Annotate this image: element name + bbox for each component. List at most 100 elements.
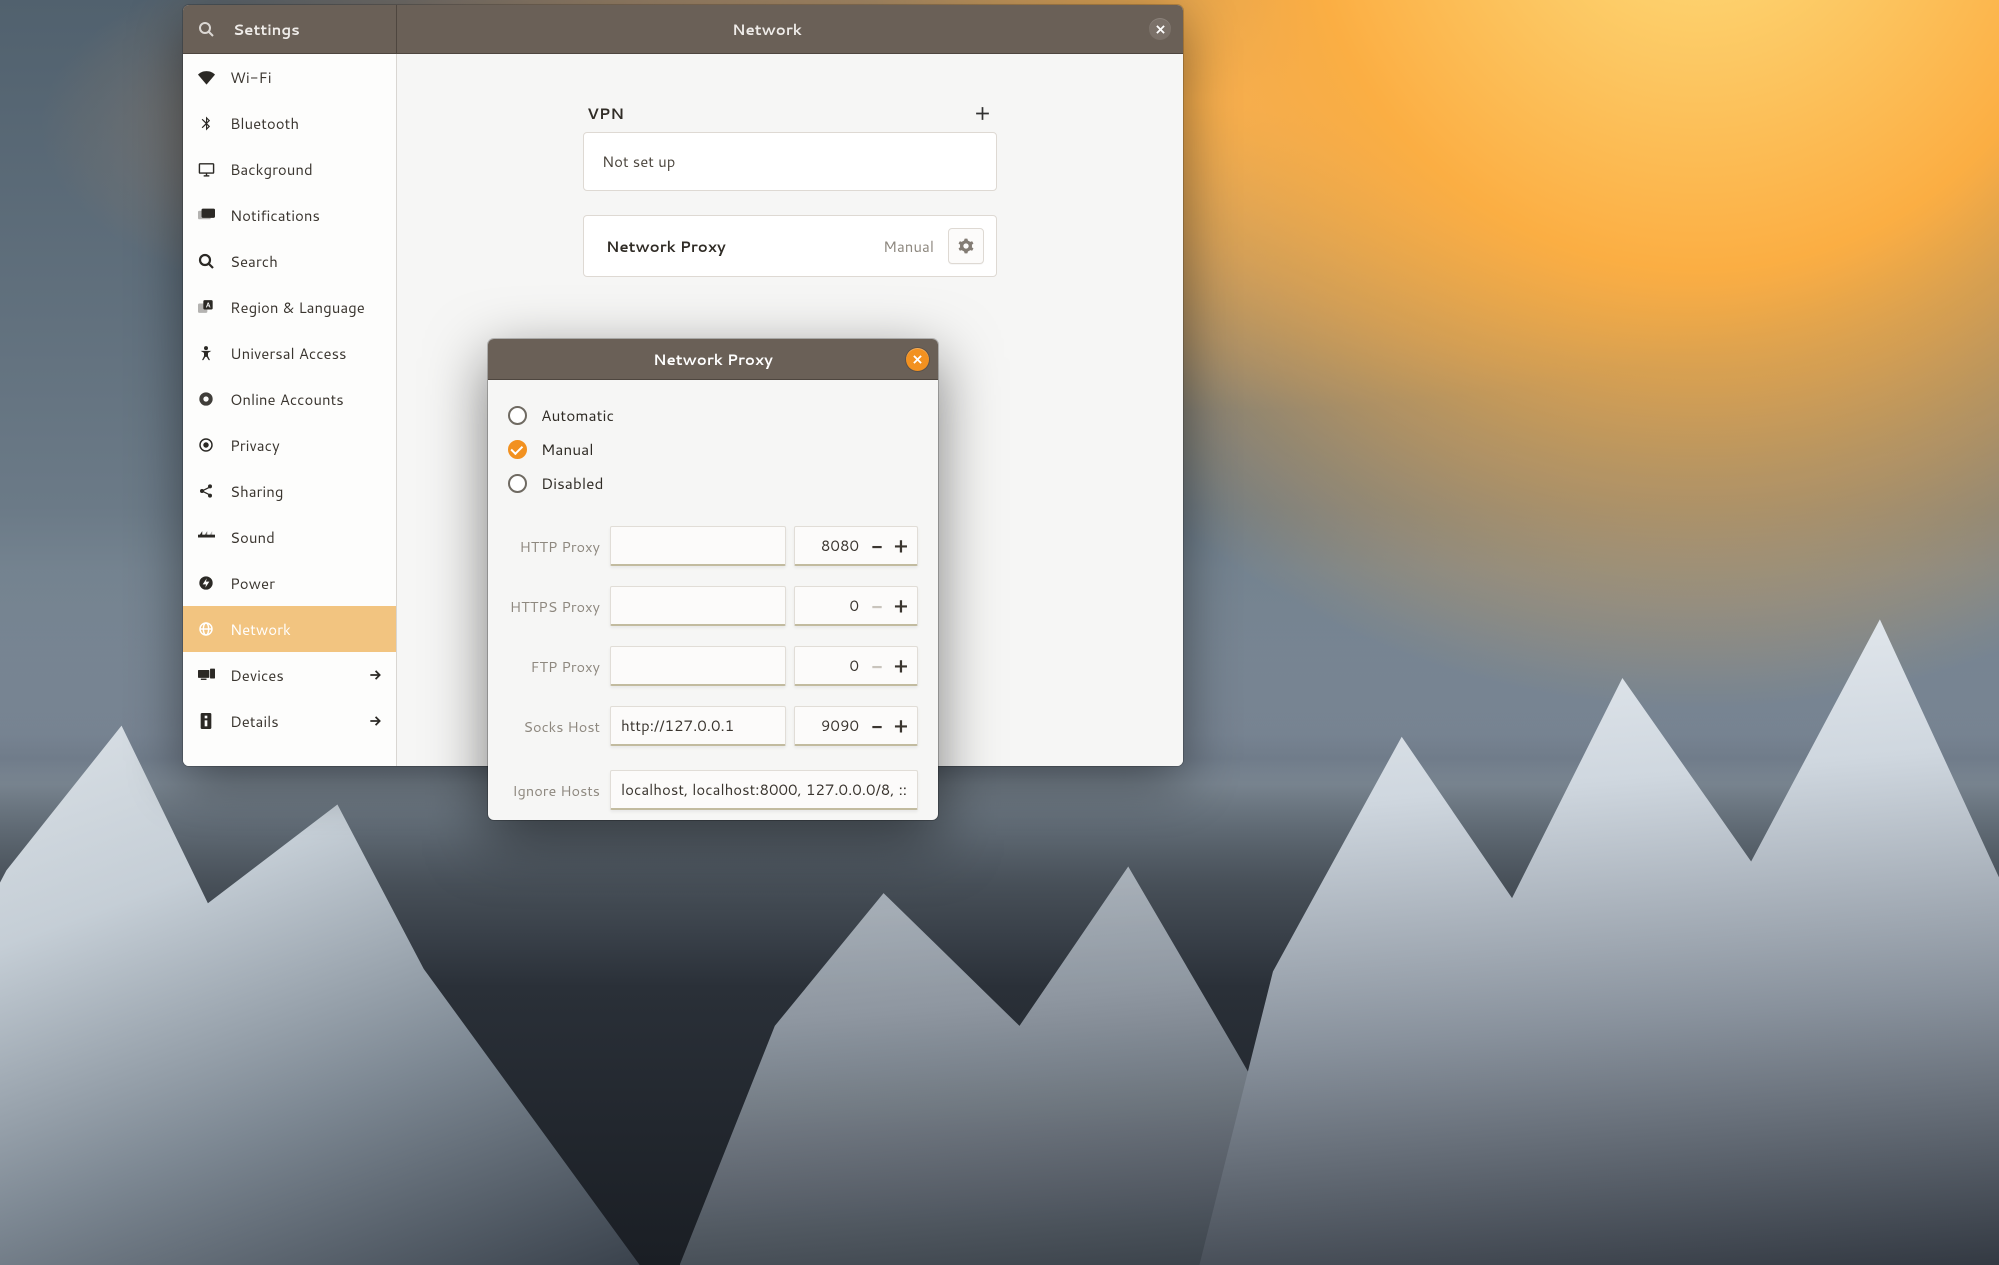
sidebar-item-label: Network [230,619,382,640]
devices-icon [196,668,216,682]
online-accounts-icon [196,391,216,407]
sidebar-item-label: Background [230,159,382,180]
https-proxy-host-input[interactable] [610,586,786,626]
window-close-button[interactable] [1149,18,1171,40]
sidebar-item-network[interactable]: Network [183,606,396,652]
sidebar-item-bluetooth[interactable]: Bluetooth [183,100,396,146]
network-proxy-card[interactable]: Network Proxy Manual [583,215,997,277]
sidebar-item-notifications[interactable]: Notifications [183,192,396,238]
add-vpn-button[interactable] [970,103,995,124]
ignore-hosts-input[interactable] [610,770,918,810]
search-icon [198,21,214,37]
https-proxy-label: HTTPS Proxy [508,596,602,617]
gear-icon [958,238,974,254]
increment-button[interactable]: + [889,707,913,744]
sidebar-item-background[interactable]: Background [183,146,396,192]
search-button[interactable] [183,21,229,37]
sidebar-item-label: Power [230,573,382,594]
close-icon [913,355,922,364]
radio-label: Disabled [541,472,603,494]
socks-port-stepper: − + [794,706,918,746]
dialog-header: Network Proxy [488,339,938,380]
sidebar-item-search[interactable]: Search [183,238,396,284]
proxy-settings-button[interactable] [948,228,984,264]
headerbar: Settings Network [183,5,1183,54]
sidebar-item-region-language[interactable]: A Region & Language [183,284,396,330]
decrement-button[interactable]: − [865,707,889,744]
https-proxy-port-stepper: − + [794,586,918,626]
settings-sidebar: Wi-Fi Bluetooth Background Notifications [183,54,397,766]
wifi-icon [196,69,216,86]
decrement-button[interactable]: − [865,587,889,624]
sidebar-item-wifi[interactable]: Wi-Fi [183,54,396,100]
sidebar-item-devices[interactable]: Devices [183,652,396,698]
increment-button[interactable]: + [889,527,913,564]
sidebar-item-label: Region & Language [230,297,382,318]
sidebar-item-sharing[interactable]: Sharing [183,468,396,514]
language-icon: A [196,300,216,315]
sidebar-item-label: Sharing [230,481,382,502]
socks-host-input[interactable] [610,706,786,746]
chevron-right-icon [368,668,382,682]
sidebar-item-online-accounts[interactable]: Online Accounts [183,376,396,422]
radio-icon [508,406,527,425]
increment-button[interactable]: + [889,587,913,624]
vpn-status-text: Not set up [602,151,675,172]
ftp-proxy-label: FTP Proxy [508,656,602,677]
sidebar-item-label: Online Accounts [230,389,382,410]
chevron-right-icon [368,714,382,728]
sidebar-item-details[interactable]: Details [183,698,396,744]
bluetooth-icon [196,115,216,132]
search-icon [196,253,216,269]
sharing-icon [196,483,216,499]
decrement-button[interactable]: − [865,527,889,564]
http-proxy-host-input[interactable] [610,526,786,566]
dialog-close-button[interactable] [906,348,929,371]
plus-icon [974,105,991,122]
proxy-mode-manual[interactable]: Manual [508,432,918,466]
ftp-proxy-port-stepper: − + [794,646,918,686]
radio-label: Manual [541,438,594,460]
proxy-mode-automatic[interactable]: Automatic [508,398,918,432]
vpn-status-card[interactable]: Not set up [583,132,997,191]
power-icon [196,575,216,591]
dialog-title: Network Proxy [653,349,773,370]
proxy-mode-label: Manual [883,236,934,257]
http-proxy-label: HTTP Proxy [508,536,602,557]
accessibility-icon [196,345,216,362]
socks-port-input[interactable] [803,715,865,736]
radio-label: Automatic [541,404,614,426]
sidebar-item-universal-access[interactable]: Universal Access [183,330,396,376]
http-proxy-port-input[interactable] [803,535,865,556]
sidebar-item-label: Devices [230,665,354,686]
network-icon [196,621,216,637]
svg-text:A: A [205,301,210,310]
sidebar-item-label: Universal Access [230,343,382,364]
notifications-icon [196,208,216,222]
sidebar-item-sound[interactable]: Sound [183,514,396,560]
proxy-card-title: Network Proxy [606,236,869,257]
sidebar-item-label: Sound [230,527,382,548]
proxy-mode-disabled[interactable]: Disabled [508,466,918,500]
https-proxy-port-input[interactable] [803,595,865,616]
ftp-proxy-port-input[interactable] [803,655,865,676]
display-icon [196,162,216,177]
sidebar-item-power[interactable]: Power [183,560,396,606]
sidebar-item-label: Search [230,251,382,272]
vpn-section-title: VPN [587,102,624,124]
page-title: Network [397,5,1137,53]
sidebar-item-label: Privacy [230,435,382,456]
ignore-hosts-label: Ignore Hosts [508,780,602,801]
decrement-button[interactable]: − [865,647,889,684]
details-icon [196,713,216,729]
increment-button[interactable]: + [889,647,913,684]
sidebar-title: Settings [229,19,396,40]
ftp-proxy-host-input[interactable] [610,646,786,686]
sound-icon [196,531,216,544]
privacy-icon [196,437,216,453]
sidebar-item-label: Bluetooth [230,113,382,134]
sidebar-item-privacy[interactable]: Privacy [183,422,396,468]
radio-icon [508,474,527,493]
sidebar-item-label: Wi-Fi [230,67,382,88]
radio-icon [508,440,527,459]
